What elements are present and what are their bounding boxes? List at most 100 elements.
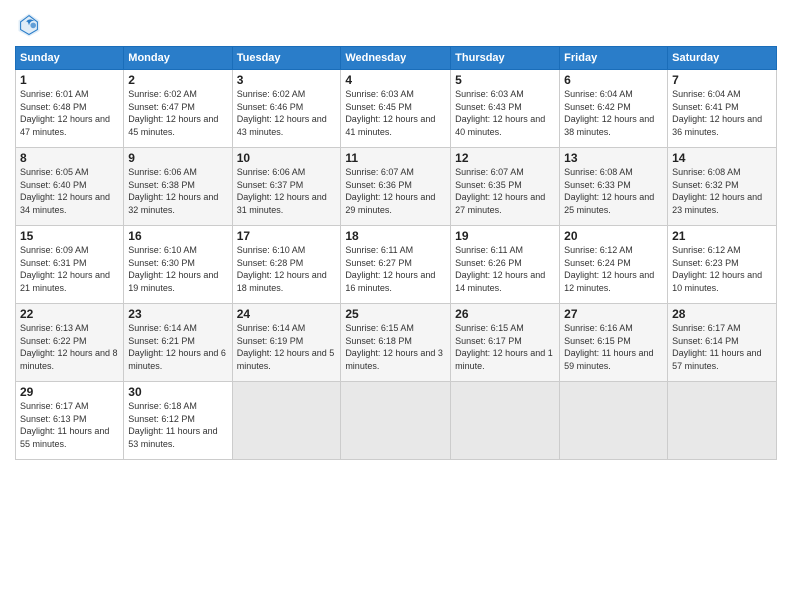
day-detail: Sunrise: 6:02 AMSunset: 6:46 PMDaylight:… bbox=[237, 88, 337, 138]
week-row-5: 29Sunrise: 6:17 AMSunset: 6:13 PMDayligh… bbox=[16, 382, 777, 460]
day-number: 3 bbox=[237, 73, 337, 87]
day-detail: Sunrise: 6:03 AMSunset: 6:43 PMDaylight:… bbox=[455, 88, 555, 138]
calendar-cell bbox=[232, 382, 341, 460]
day-number: 16 bbox=[128, 229, 227, 243]
day-number: 4 bbox=[345, 73, 446, 87]
day-number: 26 bbox=[455, 307, 555, 321]
day-number: 23 bbox=[128, 307, 227, 321]
day-number: 2 bbox=[128, 73, 227, 87]
week-row-4: 22Sunrise: 6:13 AMSunset: 6:22 PMDayligh… bbox=[16, 304, 777, 382]
week-row-1: 1Sunrise: 6:01 AMSunset: 6:48 PMDaylight… bbox=[16, 70, 777, 148]
day-detail: Sunrise: 6:16 AMSunset: 6:15 PMDaylight:… bbox=[564, 322, 663, 372]
day-number: 18 bbox=[345, 229, 446, 243]
day-number: 27 bbox=[564, 307, 663, 321]
logo bbox=[15, 10, 47, 38]
day-number: 7 bbox=[672, 73, 772, 87]
calendar-cell: 28Sunrise: 6:17 AMSunset: 6:14 PMDayligh… bbox=[668, 304, 777, 382]
day-number: 6 bbox=[564, 73, 663, 87]
day-detail: Sunrise: 6:12 AMSunset: 6:24 PMDaylight:… bbox=[564, 244, 663, 294]
day-number: 15 bbox=[20, 229, 119, 243]
day-detail: Sunrise: 6:11 AMSunset: 6:27 PMDaylight:… bbox=[345, 244, 446, 294]
calendar-cell: 7Sunrise: 6:04 AMSunset: 6:41 PMDaylight… bbox=[668, 70, 777, 148]
calendar-cell: 30Sunrise: 6:18 AMSunset: 6:12 PMDayligh… bbox=[124, 382, 232, 460]
calendar-cell: 3Sunrise: 6:02 AMSunset: 6:46 PMDaylight… bbox=[232, 70, 341, 148]
calendar-cell bbox=[451, 382, 560, 460]
day-header-thursday: Thursday bbox=[451, 47, 560, 70]
day-detail: Sunrise: 6:17 AMSunset: 6:13 PMDaylight:… bbox=[20, 400, 119, 450]
day-detail: Sunrise: 6:02 AMSunset: 6:47 PMDaylight:… bbox=[128, 88, 227, 138]
calendar-cell: 23Sunrise: 6:14 AMSunset: 6:21 PMDayligh… bbox=[124, 304, 232, 382]
day-number: 5 bbox=[455, 73, 555, 87]
day-detail: Sunrise: 6:17 AMSunset: 6:14 PMDaylight:… bbox=[672, 322, 772, 372]
day-number: 21 bbox=[672, 229, 772, 243]
day-detail: Sunrise: 6:14 AMSunset: 6:19 PMDaylight:… bbox=[237, 322, 337, 372]
week-row-2: 8Sunrise: 6:05 AMSunset: 6:40 PMDaylight… bbox=[16, 148, 777, 226]
calendar-cell: 10Sunrise: 6:06 AMSunset: 6:37 PMDayligh… bbox=[232, 148, 341, 226]
header-row: SundayMondayTuesdayWednesdayThursdayFrid… bbox=[16, 47, 777, 70]
day-detail: Sunrise: 6:13 AMSunset: 6:22 PMDaylight:… bbox=[20, 322, 119, 372]
day-detail: Sunrise: 6:04 AMSunset: 6:41 PMDaylight:… bbox=[672, 88, 772, 138]
day-detail: Sunrise: 6:03 AMSunset: 6:45 PMDaylight:… bbox=[345, 88, 446, 138]
day-detail: Sunrise: 6:15 AMSunset: 6:18 PMDaylight:… bbox=[345, 322, 446, 372]
calendar-cell: 12Sunrise: 6:07 AMSunset: 6:35 PMDayligh… bbox=[451, 148, 560, 226]
calendar-cell: 27Sunrise: 6:16 AMSunset: 6:15 PMDayligh… bbox=[560, 304, 668, 382]
calendar-cell: 29Sunrise: 6:17 AMSunset: 6:13 PMDayligh… bbox=[16, 382, 124, 460]
calendar-cell: 15Sunrise: 6:09 AMSunset: 6:31 PMDayligh… bbox=[16, 226, 124, 304]
calendar-cell: 20Sunrise: 6:12 AMSunset: 6:24 PMDayligh… bbox=[560, 226, 668, 304]
calendar-cell: 18Sunrise: 6:11 AMSunset: 6:27 PMDayligh… bbox=[341, 226, 451, 304]
day-detail: Sunrise: 6:07 AMSunset: 6:36 PMDaylight:… bbox=[345, 166, 446, 216]
day-header-saturday: Saturday bbox=[668, 47, 777, 70]
day-number: 17 bbox=[237, 229, 337, 243]
day-number: 8 bbox=[20, 151, 119, 165]
day-detail: Sunrise: 6:06 AMSunset: 6:37 PMDaylight:… bbox=[237, 166, 337, 216]
day-header-friday: Friday bbox=[560, 47, 668, 70]
day-header-monday: Monday bbox=[124, 47, 232, 70]
day-number: 28 bbox=[672, 307, 772, 321]
day-header-sunday: Sunday bbox=[16, 47, 124, 70]
calendar-cell: 26Sunrise: 6:15 AMSunset: 6:17 PMDayligh… bbox=[451, 304, 560, 382]
calendar-cell: 2Sunrise: 6:02 AMSunset: 6:47 PMDaylight… bbox=[124, 70, 232, 148]
day-number: 12 bbox=[455, 151, 555, 165]
day-detail: Sunrise: 6:14 AMSunset: 6:21 PMDaylight:… bbox=[128, 322, 227, 372]
logo-icon bbox=[15, 10, 43, 38]
day-number: 25 bbox=[345, 307, 446, 321]
calendar-cell: 14Sunrise: 6:08 AMSunset: 6:32 PMDayligh… bbox=[668, 148, 777, 226]
day-detail: Sunrise: 6:08 AMSunset: 6:33 PMDaylight:… bbox=[564, 166, 663, 216]
day-detail: Sunrise: 6:15 AMSunset: 6:17 PMDaylight:… bbox=[455, 322, 555, 372]
day-detail: Sunrise: 6:05 AMSunset: 6:40 PMDaylight:… bbox=[20, 166, 119, 216]
day-number: 30 bbox=[128, 385, 227, 399]
calendar-cell: 19Sunrise: 6:11 AMSunset: 6:26 PMDayligh… bbox=[451, 226, 560, 304]
calendar-cell: 25Sunrise: 6:15 AMSunset: 6:18 PMDayligh… bbox=[341, 304, 451, 382]
day-detail: Sunrise: 6:01 AMSunset: 6:48 PMDaylight:… bbox=[20, 88, 119, 138]
day-detail: Sunrise: 6:09 AMSunset: 6:31 PMDaylight:… bbox=[20, 244, 119, 294]
day-number: 24 bbox=[237, 307, 337, 321]
calendar-cell: 16Sunrise: 6:10 AMSunset: 6:30 PMDayligh… bbox=[124, 226, 232, 304]
calendar-cell: 6Sunrise: 6:04 AMSunset: 6:42 PMDaylight… bbox=[560, 70, 668, 148]
day-number: 20 bbox=[564, 229, 663, 243]
calendar-cell: 5Sunrise: 6:03 AMSunset: 6:43 PMDaylight… bbox=[451, 70, 560, 148]
week-row-3: 15Sunrise: 6:09 AMSunset: 6:31 PMDayligh… bbox=[16, 226, 777, 304]
calendar-cell: 8Sunrise: 6:05 AMSunset: 6:40 PMDaylight… bbox=[16, 148, 124, 226]
day-number: 14 bbox=[672, 151, 772, 165]
day-detail: Sunrise: 6:11 AMSunset: 6:26 PMDaylight:… bbox=[455, 244, 555, 294]
day-number: 10 bbox=[237, 151, 337, 165]
day-detail: Sunrise: 6:10 AMSunset: 6:30 PMDaylight:… bbox=[128, 244, 227, 294]
calendar-cell bbox=[341, 382, 451, 460]
day-number: 29 bbox=[20, 385, 119, 399]
day-detail: Sunrise: 6:07 AMSunset: 6:35 PMDaylight:… bbox=[455, 166, 555, 216]
day-detail: Sunrise: 6:04 AMSunset: 6:42 PMDaylight:… bbox=[564, 88, 663, 138]
calendar-cell: 17Sunrise: 6:10 AMSunset: 6:28 PMDayligh… bbox=[232, 226, 341, 304]
day-detail: Sunrise: 6:06 AMSunset: 6:38 PMDaylight:… bbox=[128, 166, 227, 216]
day-detail: Sunrise: 6:08 AMSunset: 6:32 PMDaylight:… bbox=[672, 166, 772, 216]
calendar-cell: 11Sunrise: 6:07 AMSunset: 6:36 PMDayligh… bbox=[341, 148, 451, 226]
calendar-cell bbox=[668, 382, 777, 460]
day-number: 9 bbox=[128, 151, 227, 165]
day-detail: Sunrise: 6:18 AMSunset: 6:12 PMDaylight:… bbox=[128, 400, 227, 450]
calendar-cell: 21Sunrise: 6:12 AMSunset: 6:23 PMDayligh… bbox=[668, 226, 777, 304]
calendar-cell: 4Sunrise: 6:03 AMSunset: 6:45 PMDaylight… bbox=[341, 70, 451, 148]
day-header-wednesday: Wednesday bbox=[341, 47, 451, 70]
calendar-cell: 24Sunrise: 6:14 AMSunset: 6:19 PMDayligh… bbox=[232, 304, 341, 382]
calendar-cell: 9Sunrise: 6:06 AMSunset: 6:38 PMDaylight… bbox=[124, 148, 232, 226]
calendar-table: SundayMondayTuesdayWednesdayThursdayFrid… bbox=[15, 46, 777, 460]
calendar-cell: 13Sunrise: 6:08 AMSunset: 6:33 PMDayligh… bbox=[560, 148, 668, 226]
